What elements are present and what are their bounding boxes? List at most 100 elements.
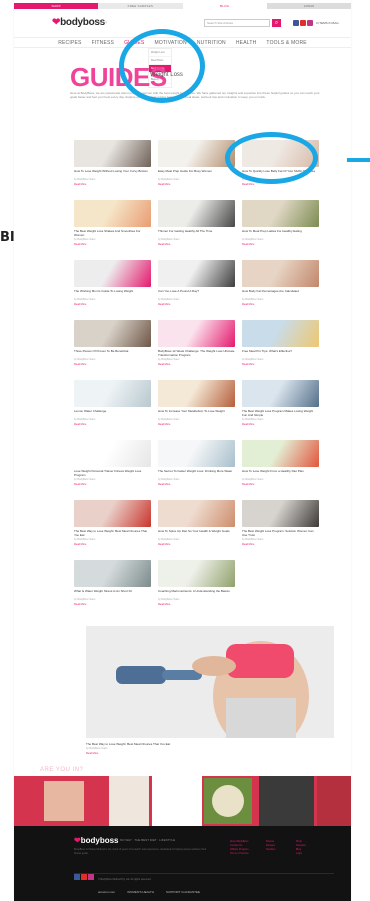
article-title[interactable]: The Best Weight Loss Shakes And Smoothie… [74,230,151,237]
promo-banner[interactable] [14,776,351,826]
article-card[interactable]: Three Pieces Of Proven To Be Beneficial b… [74,320,151,380]
article-thumbnail[interactable] [74,440,151,467]
footer-link[interactable]: Login [296,852,306,856]
read-more-link[interactable]: Read More [158,303,235,306]
nav-item-fitness[interactable]: FITNESS [92,38,115,47]
article-thumbnail[interactable] [158,320,235,347]
search-button[interactable]: ⌕ [272,19,281,27]
article-title[interactable]: How To Lose Weight From a Healthy Diet P… [242,470,319,477]
read-more-link[interactable]: Read More [242,483,319,486]
article-card[interactable]: The Best Way to Lose Weight: Best Meal C… [74,500,151,560]
youtube-icon[interactable] [300,20,306,26]
article-card[interactable]: Can You Lose A Pound A Day? by BodyBoss T… [158,260,235,320]
read-more-link[interactable]: Read More [158,423,235,426]
article-thumbnail[interactable] [242,380,319,407]
featured-article-title[interactable]: The Best Way to Lose Weight: Best Meal C… [86,742,170,746]
footer-link[interactable]: Nutrition [266,848,275,852]
read-more-link[interactable]: Read More [74,603,151,606]
bodyboss-logo[interactable]: ❤bodyboss [52,17,105,28]
article-title[interactable]: Easy Meal Prep Guide For Busy Women [158,170,235,177]
read-more-link[interactable]: Read More [158,363,235,366]
read-more-link[interactable]: Read More [158,483,235,486]
article-thumbnail[interactable] [158,500,235,527]
article-card[interactable]: The Working Mom's Guide To Losing Weight… [74,260,151,320]
article-title[interactable]: The Best Weight Loss Program Makes Losin… [242,410,319,417]
article-thumbnail[interactable] [158,380,235,407]
read-more-link[interactable]: Read More [242,423,319,426]
article-title[interactable]: Lemon Water Challenge [74,410,151,417]
article-card[interactable]: Coaching Macronutrients: A Understanding… [158,560,235,620]
read-more-link[interactable]: Read More [74,243,151,246]
article-thumbnail[interactable] [242,260,319,287]
read-more-link[interactable]: Read More [242,303,319,306]
article-thumbnail[interactable] [242,500,319,527]
article-card[interactable]: Lose Weight Personal Trainer Fitness Wei… [74,440,151,500]
article-card[interactable]: How To Lose Weight Without Losing Your C… [74,140,151,200]
article-title[interactable]: Three Pieces Of Proven To Be Beneficial [74,350,151,357]
nav-item-nutrition[interactable]: NUTRITION [197,38,226,47]
article-thumbnail[interactable] [74,500,151,527]
article-card[interactable]: Thinner For Getting Healthy All The Time… [158,200,235,260]
nav-item-tools[interactable]: TOOLS & MORE [266,38,306,47]
read-more-link[interactable]: Read More [158,543,235,546]
cart-status[interactable]: 0 ITEMS IN BAG [316,21,339,25]
footer-logo[interactable]: ❤bodyboss [74,836,118,845]
nav-item-health[interactable]: HEALTH [236,38,257,47]
footer-link[interactable]: Terms of Service [230,852,249,856]
article-card[interactable]: Easy Meal Prep Guide For Busy Women by Bo… [158,140,235,200]
article-thumbnail[interactable] [74,320,151,347]
article-thumbnail[interactable] [158,560,235,587]
article-thumbnail[interactable] [158,440,235,467]
read-more-link[interactable]: Read More [158,243,235,246]
article-card[interactable]: The Best Weight Loss Shakes And Smoothie… [74,200,151,260]
login-link[interactable]: Login [266,3,351,9]
article-card[interactable]: How To Lose Weight From a Healthy Diet P… [242,440,319,500]
free-samples-link[interactable]: Free Samples [98,3,183,9]
article-thumbnail[interactable] [74,200,151,227]
featured-read-more[interactable]: Read More [86,752,98,755]
article-card[interactable]: How To Increase Your Metabolism To Lose … [158,380,235,440]
article-thumbnail[interactable] [74,380,151,407]
article-card[interactable]: Free Meal Pro Tips: What's Effective? by … [242,320,319,380]
article-title[interactable]: Coaching Macronutrients: A Understanding… [158,590,235,597]
article-card[interactable]: Lemon Water Challenge by BodyBoss Team Rea… [74,380,151,440]
instagram-icon[interactable] [307,20,313,26]
article-thumbnail[interactable] [74,140,151,167]
article-card[interactable]: The Best Weight Loss Program Makes Losin… [242,380,319,440]
read-more-link[interactable]: Read More [158,603,235,606]
article-thumbnail[interactable] [158,260,235,287]
read-more-link[interactable]: Read More [158,183,235,186]
article-card[interactable]: The Best Weight Loss Program: Solution W… [242,500,319,560]
featured-article-image[interactable] [86,626,334,738]
read-more-link[interactable]: Read More [242,243,319,246]
article-title[interactable]: The Secret To Faster Weight Loss: Drinki… [158,470,235,477]
article-card[interactable]: How To Meal Prep Ladies For Healthy Eati… [242,200,319,260]
article-card[interactable]: How Body Fat Percentages Are Calculated b… [242,260,319,320]
read-more-link[interactable]: Read More [242,363,319,366]
article-title[interactable]: Can You Lose A Pound A Day? [158,290,235,297]
article-thumbnail[interactable] [242,200,319,227]
article-card[interactable]: BodyBoss 12 Week Challenge: The Weight L… [158,320,235,380]
read-more-link[interactable]: Read More [74,423,151,426]
article-title[interactable]: Lose Weight Personal Trainer Fitness Wei… [74,470,151,477]
article-title[interactable]: How To Lose Weight Without Losing Your C… [74,170,151,177]
read-more-link[interactable]: Read More [74,183,151,186]
article-title[interactable]: How To Increase Your Metabolism To Lose … [158,410,235,417]
article-title[interactable]: Free Meal Pro Tips: What's Effective? [242,350,319,357]
article-thumbnail[interactable] [158,200,235,227]
article-title[interactable]: What Is Water Weight Stress Is An Short … [74,590,151,597]
read-more-link[interactable]: Read More [74,303,151,306]
article-title[interactable]: Thinner For Getting Healthy All The Time [158,230,235,237]
article-thumbnail[interactable] [74,260,151,287]
article-card[interactable]: What Is Water Weight Stress Is An Short … [74,560,151,620]
read-more-link[interactable]: Read More [74,363,151,366]
article-thumbnail[interactable] [242,440,319,467]
article-card[interactable]: How To Spice Up Diet So Your Health & We… [158,500,235,560]
read-more-link[interactable]: Read More [74,543,151,546]
article-title[interactable]: The Working Mom's Guide To Losing Weight [74,290,151,297]
article-thumbnail[interactable] [74,560,151,587]
article-title[interactable]: BodyBoss 12 Week Challenge: The Weight L… [158,350,235,357]
read-more-link[interactable]: Read More [242,543,319,546]
search-input[interactable]: Search Site Articles [204,19,270,27]
blog-link[interactable]: Blog [182,3,267,9]
